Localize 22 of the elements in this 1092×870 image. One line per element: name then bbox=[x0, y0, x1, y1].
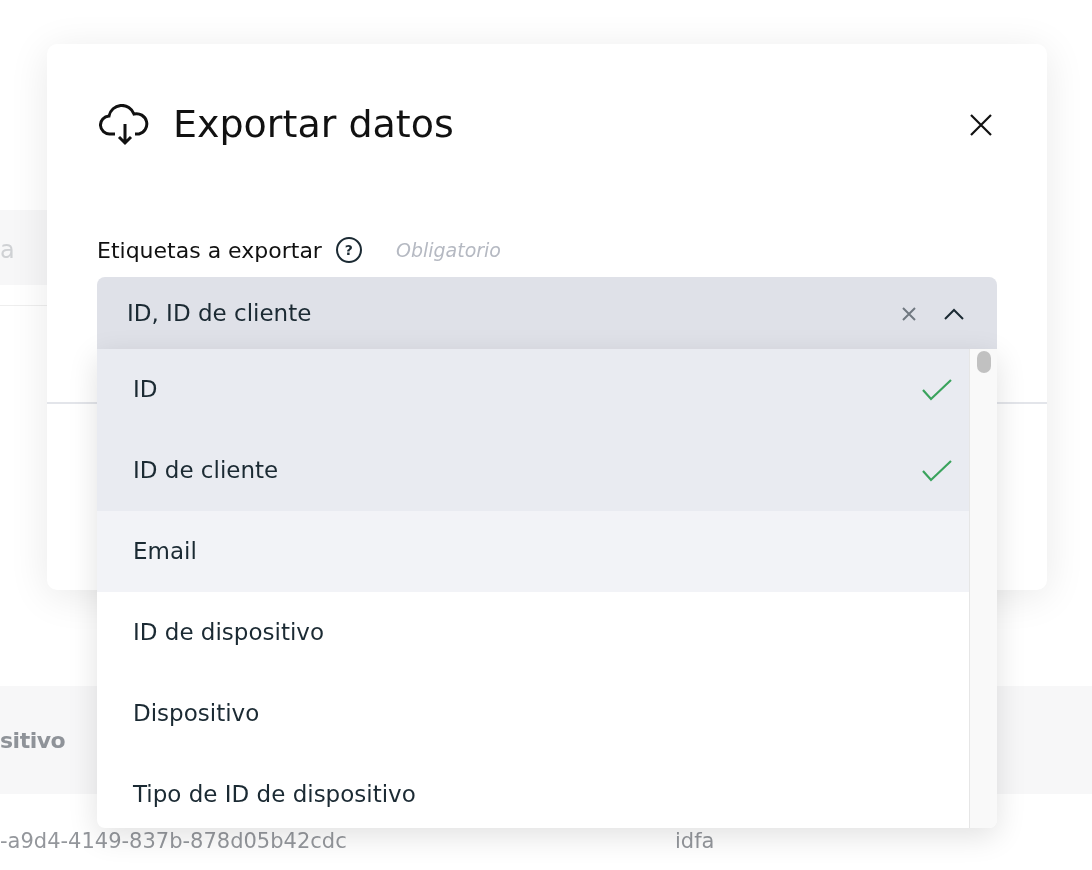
cloud-download-icon bbox=[99, 103, 151, 146]
scrollbar[interactable] bbox=[969, 349, 997, 828]
table-cell: idfa bbox=[675, 830, 715, 854]
close-icon bbox=[969, 112, 993, 137]
table-cell: -a9d4-4149-837b-878d05b42cdc bbox=[0, 830, 347, 854]
check-icon bbox=[921, 377, 953, 402]
column-header: sitivo bbox=[0, 727, 66, 755]
dropdown-option[interactable]: Email bbox=[97, 511, 969, 592]
dropdown-option[interactable]: ID de dispositivo bbox=[97, 592, 969, 673]
dropdown-option[interactable]: ID bbox=[97, 349, 969, 430]
dialog-title: Exportar datos bbox=[173, 102, 454, 148]
chevron-icon bbox=[943, 306, 965, 321]
dropdown-option[interactable]: Dispositivo bbox=[97, 673, 969, 754]
field-label: Etiquetas a exportar bbox=[97, 236, 322, 265]
dropdown-option[interactable]: ID de cliente bbox=[97, 430, 969, 511]
help-icon: ? bbox=[335, 237, 362, 264]
required-hint: Obligatorio bbox=[395, 237, 501, 263]
close-icon bbox=[901, 305, 917, 322]
scrollbar-thumb[interactable] bbox=[977, 351, 991, 373]
check-icon bbox=[921, 458, 953, 483]
dropdown-option[interactable]: Tipo de ID de dispositivo bbox=[97, 754, 969, 828]
tags-select[interactable]: ID, ID de cliente bbox=[97, 276, 997, 351]
